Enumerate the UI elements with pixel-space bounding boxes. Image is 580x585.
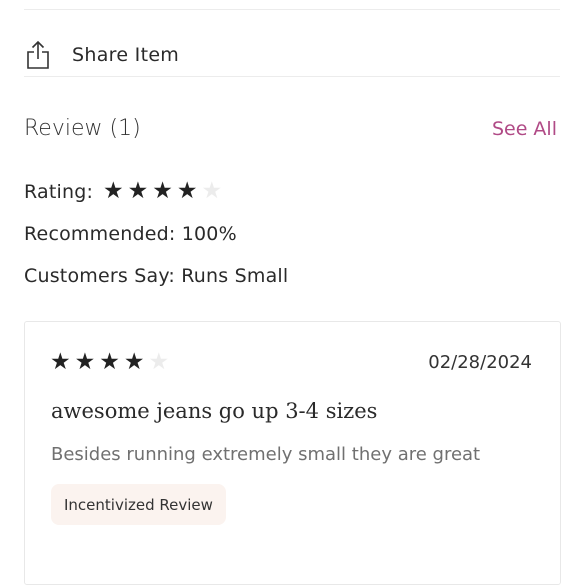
star-filled-icon: ★ xyxy=(123,349,145,375)
top-divider xyxy=(24,9,560,10)
share-item-label: Share Item xyxy=(72,44,180,66)
see-all-link[interactable]: See All xyxy=(492,118,557,140)
star-filled-icon: ★ xyxy=(50,349,71,375)
star-filled-icon: ★ xyxy=(103,178,124,204)
review-card: ★ ★ ★ ★ ★ 02/28/2024 awesome jeans go up 3-4… xyxy=(24,321,561,585)
share-icon xyxy=(27,40,49,69)
recommended-text: Recommended: 100% xyxy=(24,223,237,245)
star-filled-icon: ★ xyxy=(176,178,198,204)
review-body: Besides running extremely small they are… xyxy=(51,444,481,465)
customers-say-text: Customers Say: Runs Small xyxy=(24,265,289,287)
star-filled-icon: ★ xyxy=(74,349,96,375)
review-rating-stars: ★ ★ ★ ★ ★ xyxy=(50,351,169,374)
share-item-row[interactable]: Share Item xyxy=(0,11,580,76)
rating-label: Rating: xyxy=(24,181,94,203)
star-filled-icon: ★ xyxy=(99,349,120,375)
star-filled-icon: ★ xyxy=(152,178,173,204)
share-divider xyxy=(24,76,560,77)
star-empty-icon: ★ xyxy=(148,349,170,375)
star-empty-icon: ★ xyxy=(201,178,223,204)
review-date: 02/28/2024 xyxy=(428,352,532,373)
star-filled-icon: ★ xyxy=(127,178,149,204)
rating-stars: ★ ★ ★ ★ ★ xyxy=(103,180,222,203)
reviews-heading: Review (1) xyxy=(24,116,141,141)
review-title: awesome jeans go up 3-4 sizes xyxy=(51,399,378,423)
incentivized-review-badge: Incentivized Review xyxy=(51,484,226,525)
